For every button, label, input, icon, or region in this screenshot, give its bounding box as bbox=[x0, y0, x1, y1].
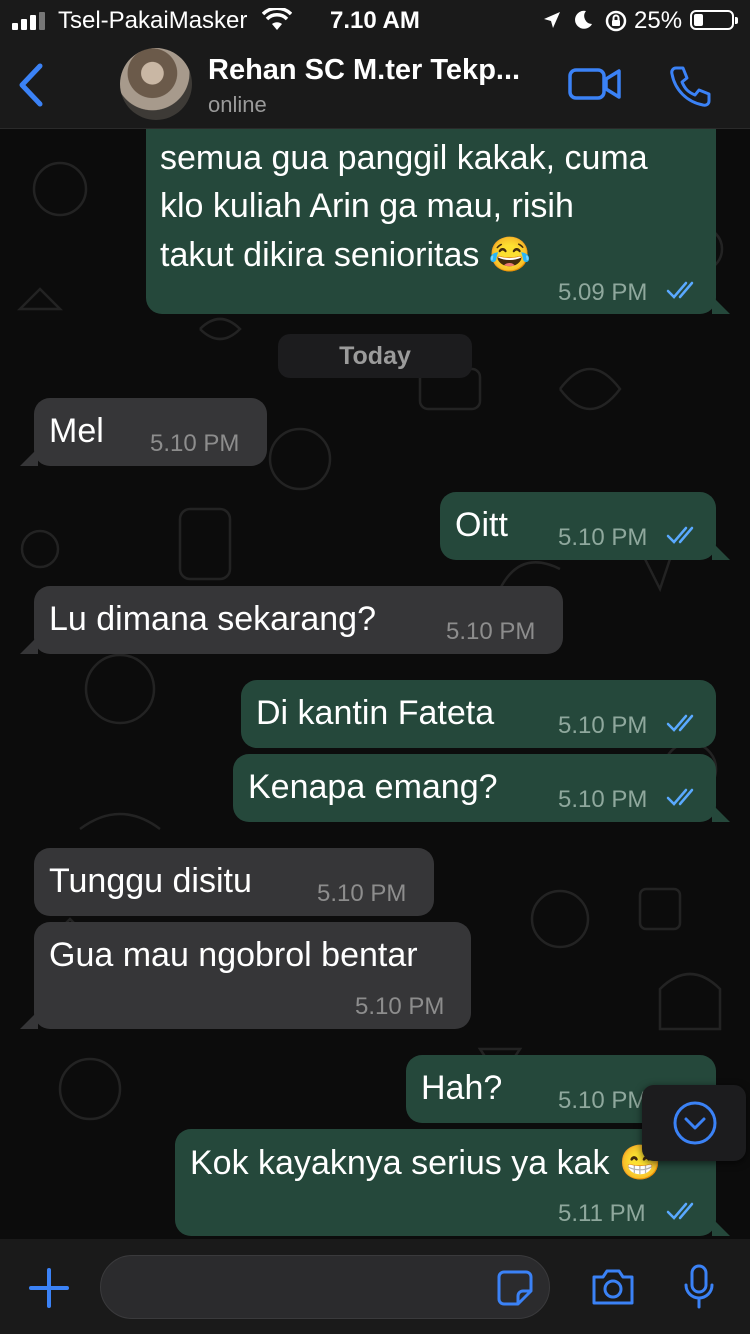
message-text: Oitt bbox=[455, 506, 508, 544]
read-receipt-icon bbox=[666, 281, 694, 299]
message-time: 5.10 PM bbox=[150, 430, 240, 457]
plus-icon[interactable] bbox=[28, 1267, 70, 1309]
outgoing-message[interactable]: Di kantin Fateta 5.10 PM bbox=[241, 680, 716, 748]
message-text: Di kantin Fateta bbox=[256, 694, 495, 732]
clock: 7.10 AM bbox=[330, 7, 420, 34]
battery-icon bbox=[690, 10, 738, 30]
contact-name[interactable]: Rehan SC M.ter Tekp... bbox=[208, 54, 520, 87]
message-text: Gua mau ngobrol bentar bbox=[49, 936, 418, 974]
chat-header: Rehan SC M.ter Tekp... online bbox=[0, 40, 750, 129]
rotation-lock-icon bbox=[605, 10, 627, 32]
chat-area[interactable]: semua gua panggil kakak, cuma klo kuliah… bbox=[0, 129, 750, 1239]
carrier-label: Tsel-PakaiMasker bbox=[58, 7, 248, 34]
outgoing-message[interactable]: semua gua panggil kakak, cuma klo kuliah… bbox=[146, 129, 730, 314]
read-receipt-icon bbox=[666, 714, 694, 732]
contact-status: online bbox=[208, 92, 267, 117]
scroll-to-bottom-button[interactable] bbox=[642, 1085, 746, 1161]
outgoing-message[interactable]: Kok kayaknya serius ya kak 😁 5.11 PM bbox=[175, 1129, 730, 1236]
battery-percent: 25% bbox=[634, 7, 683, 34]
message-time: 5.10 PM bbox=[317, 880, 407, 907]
sticker-icon[interactable] bbox=[496, 1269, 534, 1307]
avatar[interactable] bbox=[120, 48, 192, 120]
composer-bar bbox=[0, 1239, 750, 1334]
message-text: semua gua panggil kakak, cuma bbox=[160, 139, 648, 177]
message-time: 5.10 PM bbox=[355, 993, 445, 1020]
read-receipt-icon bbox=[666, 788, 694, 806]
message-time: 5.10 PM bbox=[558, 786, 648, 813]
message-text: Kok kayaknya serius ya kak 😁 bbox=[190, 1144, 662, 1182]
message-text: takut dikira senioritas 😂 bbox=[160, 236, 532, 274]
date-separator: Today bbox=[278, 334, 472, 378]
back-chevron-icon[interactable] bbox=[14, 62, 48, 108]
message-time: 5.10 PM bbox=[446, 618, 536, 645]
chevron-down-icon bbox=[673, 1101, 717, 1145]
status-bar: Tsel-PakaiMasker 7.10 AM 25% bbox=[0, 0, 750, 40]
outgoing-message[interactable]: Oitt 5.10 PM bbox=[440, 492, 730, 560]
message-time: 5.10 PM bbox=[558, 524, 648, 551]
message-input[interactable] bbox=[100, 1255, 550, 1319]
outgoing-message[interactable]: Kenapa emang? 5.10 PM bbox=[233, 754, 730, 822]
incoming-message[interactable]: Mel 5.10 PM bbox=[20, 398, 267, 466]
incoming-message[interactable]: Gua mau ngobrol bentar 5.10 PM bbox=[20, 922, 471, 1029]
read-receipt-icon bbox=[666, 526, 694, 544]
camera-icon[interactable] bbox=[590, 1267, 636, 1307]
message-text: Hah? bbox=[421, 1069, 503, 1107]
message-time: 5.10 PM bbox=[558, 712, 648, 739]
message-text: Lu dimana sekarang? bbox=[49, 600, 377, 638]
message-text: klo kuliah Arin ga mau, risih bbox=[160, 187, 574, 225]
message-time: 5.11 PM bbox=[558, 1200, 646, 1227]
microphone-icon[interactable] bbox=[682, 1263, 716, 1311]
incoming-message[interactable]: Tunggu disitu 5.10 PM bbox=[34, 848, 434, 916]
location-icon bbox=[544, 12, 560, 28]
message-text: Kenapa emang? bbox=[248, 768, 498, 806]
incoming-message[interactable]: Lu dimana sekarang? 5.10 PM bbox=[20, 586, 563, 654]
moon-icon bbox=[575, 10, 592, 29]
wifi-icon bbox=[262, 8, 292, 30]
signal-icon bbox=[12, 12, 45, 30]
message-time: 5.09 PM bbox=[558, 279, 648, 306]
phone-call-icon[interactable] bbox=[668, 64, 712, 108]
message-text: Tunggu disitu bbox=[49, 862, 252, 900]
message-text: Mel bbox=[49, 412, 104, 450]
video-call-icon[interactable] bbox=[568, 66, 622, 102]
read-receipt-icon bbox=[666, 1202, 694, 1220]
message-time: 5.10 PM bbox=[558, 1087, 648, 1114]
